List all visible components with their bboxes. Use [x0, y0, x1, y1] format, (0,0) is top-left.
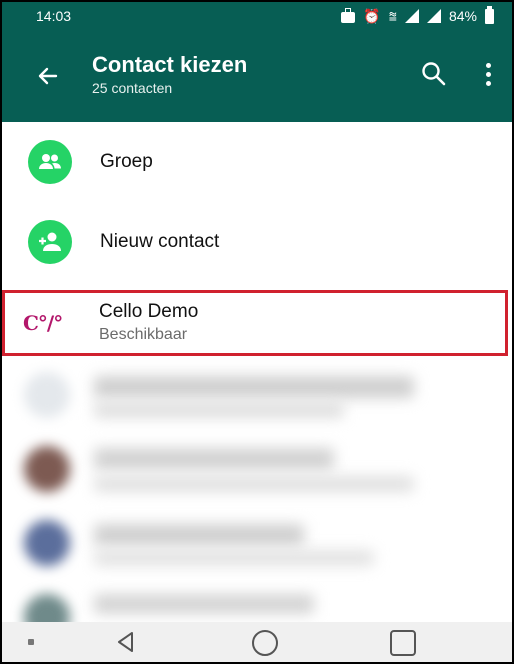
- phone-screen: 14:03 ⏰ ⩰ 84% Contact kiezen 25 contacte…: [0, 0, 514, 664]
- contact-row-cello-demo[interactable]: C°/° Cello Demo Beschikbaar: [2, 290, 508, 356]
- contact-status: Beschikbaar: [99, 326, 188, 343]
- app-bar-titles: Contact kiezen 25 contacten: [92, 51, 247, 97]
- blurred-contact-row[interactable]: [2, 504, 512, 578]
- alarm-icon: ⏰: [363, 8, 381, 24]
- add-contact-icon: [28, 220, 72, 264]
- signal-icon: [404, 9, 419, 23]
- blurred-text: [94, 550, 374, 566]
- contact-name: Cello Demo: [99, 301, 199, 322]
- contact-count: 25 contacten: [92, 80, 173, 96]
- signal-icon: [426, 9, 441, 23]
- blurred-text: [94, 524, 304, 546]
- nav-home-icon[interactable]: [252, 630, 278, 656]
- wifi-icon: ⩰: [388, 8, 397, 24]
- avatar: [24, 446, 70, 492]
- system-nav-bar: [2, 622, 512, 662]
- list-item-label: Nieuw contact: [100, 231, 220, 252]
- cello-logo: C°/°: [23, 311, 63, 335]
- nav-recents-icon[interactable]: [390, 630, 416, 656]
- app-bar: Contact kiezen 25 contacten: [2, 30, 512, 122]
- avatar: [24, 520, 70, 566]
- status-time: 14:03: [36, 8, 72, 24]
- list-item-new-contact[interactable]: Nieuw contact: [2, 202, 512, 282]
- blurred-text: [94, 402, 344, 418]
- more-vert-icon[interactable]: [478, 58, 498, 90]
- search-icon[interactable]: [420, 60, 448, 88]
- status-bar: 14:03 ⏰ ⩰ 84%: [2, 2, 512, 30]
- blurred-text: [94, 448, 334, 470]
- status-icons: ⏰ ⩰ 84%: [341, 5, 494, 24]
- nav-dot-icon: [28, 639, 34, 645]
- list-item-label: Groep: [100, 151, 153, 172]
- briefcase-icon: [341, 7, 356, 23]
- blurred-contact-row[interactable]: [2, 430, 512, 504]
- battery-icon: [485, 5, 494, 24]
- group-icon: [28, 140, 72, 184]
- nav-back-icon[interactable]: [114, 630, 138, 654]
- blurred-text: [94, 376, 414, 398]
- back-arrow-icon[interactable]: [32, 61, 62, 91]
- contact-text: Cello Demo Beschikbaar: [99, 300, 198, 346]
- blurred-contact-row[interactable]: [2, 356, 512, 430]
- blurred-text: [94, 476, 414, 492]
- blurred-text: [94, 594, 314, 614]
- battery-percent: 84%: [448, 8, 477, 24]
- avatar: [24, 372, 70, 418]
- list-item-group[interactable]: Groep: [2, 122, 512, 202]
- page-title: Contact kiezen: [92, 52, 248, 77]
- contact-list: Groep Nieuw contact C°/° Cello Demo Besc…: [2, 122, 512, 652]
